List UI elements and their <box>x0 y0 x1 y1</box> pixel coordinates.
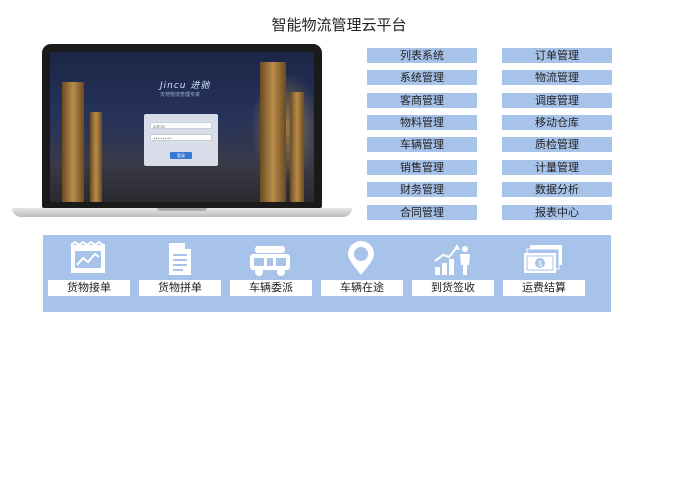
delivery-chart-icon <box>434 244 470 275</box>
page-title: 智能物流管理云平台 <box>271 16 407 34</box>
menu-button[interactable]: 列表系统 <box>367 48 477 63</box>
process-step[interactable]: 车辆委派 <box>227 235 315 312</box>
document-icon <box>169 243 191 275</box>
menu-button[interactable]: 系统管理 <box>367 70 477 85</box>
industrial-tower <box>260 62 286 202</box>
process-step[interactable]: 到货签收 <box>409 235 497 312</box>
brand-subtitle: 天地物流管理专家 <box>160 92 201 98</box>
login-button[interactable]: 登录 <box>170 152 192 159</box>
username-field[interactable]: admin <box>150 122 212 129</box>
menu-button[interactable]: 客商管理 <box>367 93 477 108</box>
process-panel: 货物接单 货物拼单 车辆委派 车辆在途 到货签收 $ 运费结算 <box>43 235 611 312</box>
menu-button[interactable]: 数据分析 <box>502 182 612 197</box>
menu-button[interactable]: 质检管理 <box>502 137 612 152</box>
industrial-tower <box>290 92 304 202</box>
process-step-label[interactable]: 货物拼单 <box>139 280 221 296</box>
menu-button[interactable]: 车辆管理 <box>367 137 477 152</box>
process-step[interactable]: $ 运费结算 <box>500 235 588 312</box>
process-step-label[interactable]: 车辆在途 <box>321 280 403 296</box>
industrial-tower <box>90 112 102 202</box>
laptop-notch <box>157 208 207 211</box>
process-step[interactable]: 车辆在途 <box>318 235 406 312</box>
brand-name: Jincu 进驰 <box>160 81 211 91</box>
process-step[interactable]: 货物接单 <box>45 235 133 312</box>
menu-button[interactable]: 订单管理 <box>502 48 612 63</box>
menu-button[interactable]: 物流管理 <box>502 70 612 85</box>
receipt-icon <box>70 241 105 273</box>
laptop-illustration: Jincu 进驰 天地物流管理专家 admin •••••••• 登录 <box>12 44 352 222</box>
menu-button[interactable]: 财务管理 <box>367 182 477 197</box>
login-box: admin •••••••• 登录 <box>144 114 218 166</box>
menu-button[interactable]: 物料管理 <box>367 115 477 130</box>
location-pin-icon <box>348 241 374 275</box>
process-step-label[interactable]: 运费结算 <box>503 280 585 296</box>
menu-button[interactable]: 合同管理 <box>367 205 477 220</box>
process-step-label[interactable]: 到货签收 <box>412 280 494 296</box>
cash-icon: $ <box>524 245 562 273</box>
brand-logo: Jincu 进驰 天地物流管理专家 <box>160 78 210 98</box>
menu-button[interactable]: 移动仓库 <box>502 115 612 130</box>
process-step-label[interactable]: 货物接单 <box>48 280 130 296</box>
menu-button[interactable]: 调度管理 <box>502 93 612 108</box>
process-step-label[interactable]: 车辆委派 <box>230 280 312 296</box>
laptop-lid: Jincu 进驰 天地物流管理专家 admin •••••••• 登录 <box>42 44 322 208</box>
svg-text:$: $ <box>537 259 542 268</box>
laptop-screen: Jincu 进驰 天地物流管理专家 admin •••••••• 登录 <box>50 52 314 202</box>
truck-icon <box>250 246 290 276</box>
menu-button[interactable]: 销售管理 <box>367 160 477 175</box>
password-field[interactable]: •••••••• <box>150 134 212 141</box>
menu-button[interactable]: 计量管理 <box>502 160 612 175</box>
menu-button[interactable]: 报表中心 <box>502 205 612 220</box>
industrial-tower <box>62 82 84 202</box>
process-step[interactable]: 货物拼单 <box>136 235 224 312</box>
